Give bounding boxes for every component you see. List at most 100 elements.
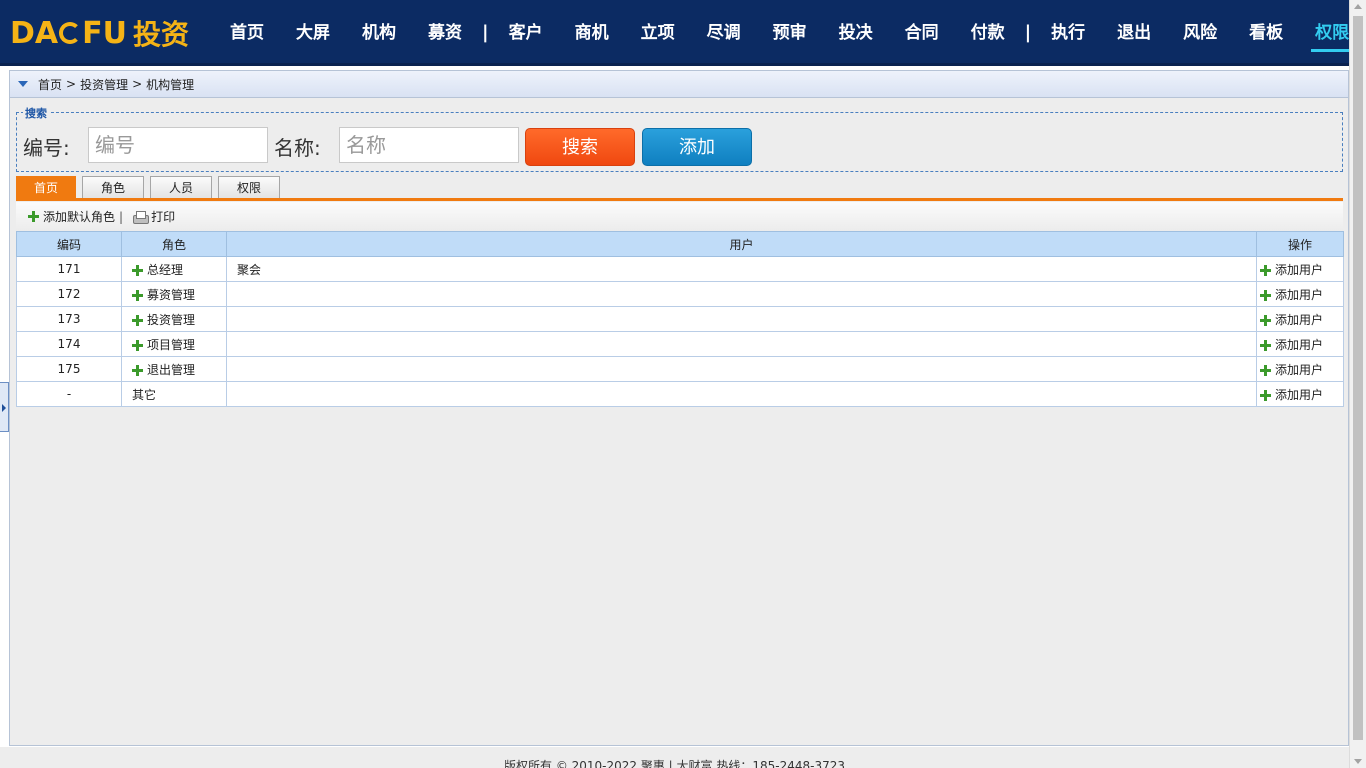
table-row: 172 募资管理 添加用户 bbox=[16, 281, 1344, 307]
add-button[interactable]: 添加 bbox=[642, 128, 752, 166]
roles-table: 编码 角色 用户 操作 171 总经理 聚会 添加用户 172 募资管理 添加用户 173 投资… bbox=[16, 231, 1344, 407]
toolbar: 添加默认角色 | 打印 bbox=[16, 202, 1343, 231]
plus-icon bbox=[132, 289, 143, 301]
breadcrumb-sep: > bbox=[66, 77, 77, 91]
vertical-scrollbar[interactable] bbox=[1349, 0, 1366, 768]
cell-code: 174 bbox=[16, 331, 122, 357]
nav-item-2-2[interactable]: 立项 bbox=[625, 0, 691, 66]
add-user-button[interactable]: 添加用户 bbox=[1275, 363, 1323, 377]
plus-icon bbox=[1260, 314, 1271, 326]
add-user-button[interactable]: 添加用户 bbox=[1275, 288, 1323, 302]
nav-item-3-0[interactable]: 执行 bbox=[1035, 0, 1101, 66]
top-nav: 首页 大屏 机构 募资 | 客户 商机 立项 尽调 预审 投决 合同 付款 | 执行 退出 风险 看板 权限 bbox=[214, 0, 1365, 66]
table-header-row: 编码 角色 用户 操作 bbox=[16, 231, 1344, 257]
role-name: 投资管理 bbox=[147, 312, 196, 327]
scroll-thumb[interactable] bbox=[1353, 16, 1363, 740]
add-default-role-button[interactable]: 添加默认角色 bbox=[43, 208, 115, 225]
add-user-button[interactable]: 添加用户 bbox=[1275, 338, 1323, 352]
scroll-up-arrow-icon[interactable] bbox=[1354, 4, 1362, 9]
print-button[interactable]: 打印 bbox=[151, 208, 175, 225]
cell-user bbox=[226, 331, 1257, 357]
cell-op: 添加用户 bbox=[1256, 281, 1344, 307]
plus-icon bbox=[132, 264, 143, 276]
nav-item-2-6[interactable]: 合同 bbox=[889, 0, 955, 66]
expand-arrow-icon bbox=[2, 404, 6, 412]
search-button[interactable]: 搜索 bbox=[525, 128, 635, 166]
plus-icon bbox=[1260, 264, 1271, 276]
nav-item-3-1[interactable]: 退出 bbox=[1101, 0, 1167, 66]
nav-item-1-0[interactable]: 首页 bbox=[214, 0, 280, 66]
cell-user bbox=[226, 356, 1257, 382]
scroll-down-arrow-icon[interactable] bbox=[1354, 759, 1362, 764]
tab-bar: 首页 角色 人员 权限 bbox=[16, 176, 286, 200]
cell-role[interactable]: 其它 bbox=[121, 381, 227, 407]
name-input[interactable] bbox=[339, 127, 519, 163]
cell-role[interactable]: 退出管理 bbox=[121, 356, 227, 382]
logo-text-left: DA bbox=[10, 15, 59, 51]
collapse-triangle-icon[interactable] bbox=[18, 81, 28, 87]
logo-text-cn: 投资 bbox=[132, 18, 189, 51]
tab-staff[interactable]: 人员 bbox=[150, 176, 212, 199]
footer: 版权所有 © 2010-2022 聚惠 | 大财富 热线：185-2448-37… bbox=[0, 747, 1349, 768]
plus-icon bbox=[1260, 389, 1271, 401]
col-header-op: 操作 bbox=[1256, 231, 1344, 257]
logo[interactable]: DA FU 投资 bbox=[10, 14, 189, 52]
plus-icon bbox=[1260, 339, 1271, 351]
cell-user bbox=[226, 306, 1257, 332]
nav-item-3-3[interactable]: 看板 bbox=[1233, 0, 1299, 66]
cell-role[interactable]: 总经理 bbox=[121, 256, 227, 282]
add-user-button[interactable]: 添加用户 bbox=[1275, 388, 1323, 402]
nav-item-2-3[interactable]: 尽调 bbox=[691, 0, 757, 66]
nav-item-1-1[interactable]: 大屏 bbox=[280, 0, 346, 66]
role-name: 退出管理 bbox=[147, 362, 196, 377]
col-header-role: 角色 bbox=[121, 231, 227, 257]
nav-item-1-3[interactable]: 募资 bbox=[412, 0, 478, 66]
cell-code: 175 bbox=[16, 356, 122, 382]
cell-op: 添加用户 bbox=[1256, 331, 1344, 357]
table-row: 175 退出管理 添加用户 bbox=[16, 356, 1344, 382]
tab-roles[interactable]: 角色 bbox=[82, 176, 144, 199]
add-user-button[interactable]: 添加用户 bbox=[1275, 263, 1323, 277]
table-row: 171 总经理 聚会 添加用户 bbox=[16, 256, 1344, 282]
cell-code: - bbox=[16, 381, 122, 407]
add-user-button[interactable]: 添加用户 bbox=[1275, 313, 1323, 327]
col-header-code: 编码 bbox=[16, 231, 122, 257]
tab-permissions[interactable]: 权限 bbox=[218, 176, 280, 199]
nav-item-2-0[interactable]: 客户 bbox=[493, 0, 559, 66]
table-body: 171 总经理 聚会 添加用户 172 募资管理 添加用户 173 投资管理 添加用户 174 项目管… bbox=[16, 256, 1344, 407]
plus-icon bbox=[132, 339, 143, 351]
cell-role[interactable]: 投资管理 bbox=[121, 306, 227, 332]
search-legend: 搜索 bbox=[23, 105, 49, 121]
nav-item-3-2[interactable]: 风险 bbox=[1167, 0, 1233, 66]
role-name: 其它 bbox=[132, 387, 157, 402]
cell-role[interactable]: 项目管理 bbox=[121, 331, 227, 357]
search-fieldset: 搜索 编号: 名称: 搜索 添加 bbox=[16, 105, 1343, 172]
printer-icon bbox=[133, 210, 150, 224]
nav-item-1-2[interactable]: 机构 bbox=[346, 0, 412, 66]
cell-code: 172 bbox=[16, 281, 122, 307]
nav-item-2-4[interactable]: 预审 bbox=[757, 0, 823, 66]
code-label: 编号: bbox=[23, 136, 70, 160]
nav-item-2-1[interactable]: 商机 bbox=[559, 0, 625, 66]
code-input[interactable] bbox=[88, 127, 268, 163]
plus-icon bbox=[132, 364, 143, 376]
nav-item-2-7[interactable]: 付款 bbox=[955, 0, 1021, 66]
sidebar-toggle-handle[interactable] bbox=[0, 382, 9, 432]
cell-code: 171 bbox=[16, 256, 122, 282]
cell-code: 173 bbox=[16, 306, 122, 332]
cell-role[interactable]: 募资管理 bbox=[121, 281, 227, 307]
cell-op: 添加用户 bbox=[1256, 256, 1344, 282]
breadcrumb: 首页 > 投资管理 > 机构管理 bbox=[10, 71, 1348, 98]
nav-item-2-5[interactable]: 投决 bbox=[823, 0, 889, 66]
breadcrumb-invest[interactable]: 投资管理 bbox=[80, 76, 128, 93]
table-row: 173 投资管理 添加用户 bbox=[16, 306, 1344, 332]
col-header-user: 用户 bbox=[226, 231, 1257, 257]
breadcrumb-home[interactable]: 首页 bbox=[38, 76, 62, 93]
tab-home[interactable]: 首页 bbox=[16, 176, 76, 199]
cell-user: 聚会 bbox=[226, 256, 1257, 282]
breadcrumb-sep: > bbox=[132, 77, 143, 91]
role-name: 募资管理 bbox=[147, 287, 196, 302]
role-name: 项目管理 bbox=[147, 337, 196, 352]
tab-underline bbox=[16, 198, 1343, 201]
plus-icon bbox=[132, 314, 143, 326]
